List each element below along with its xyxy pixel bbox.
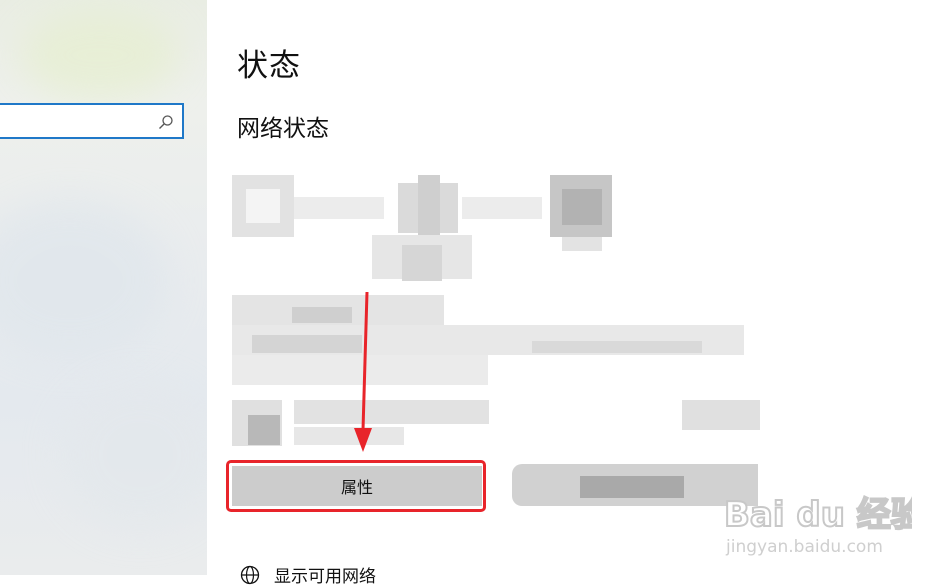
status-text-pixelated bbox=[232, 295, 762, 446]
pixel-block bbox=[294, 427, 404, 445]
background-blur bbox=[60, 380, 207, 530]
network-diagram-pixelated bbox=[232, 175, 632, 285]
pixel-block bbox=[580, 476, 684, 498]
pixel-block bbox=[402, 245, 442, 281]
pixel-block bbox=[294, 197, 384, 219]
page-title: 状态 bbox=[237, 48, 301, 84]
baidu-watermark: Bai du 经验 jingyan.baidu.com bbox=[723, 494, 912, 557]
watermark-url: jingyan.baidu.com bbox=[725, 537, 883, 557]
highlight-box bbox=[226, 460, 486, 512]
background-blur bbox=[0, 200, 170, 360]
search-input[interactable] bbox=[0, 103, 184, 139]
pixel-block bbox=[562, 237, 602, 251]
watermark-logo: Bai du 经验 bbox=[724, 495, 912, 535]
pixel-block bbox=[682, 400, 760, 430]
pixel-block bbox=[294, 400, 489, 424]
pixel-block bbox=[462, 197, 542, 219]
search-icon[interactable] bbox=[158, 114, 174, 130]
pixel-block bbox=[292, 307, 352, 323]
annotation-arrow bbox=[354, 291, 372, 452]
section-title: 网络状态 bbox=[237, 116, 329, 142]
pixel-block bbox=[562, 189, 602, 225]
pixel-block bbox=[248, 415, 280, 445]
background-blur bbox=[20, 10, 180, 100]
pixel-block bbox=[246, 189, 280, 223]
navigation-pane bbox=[0, 0, 207, 575]
pixel-block bbox=[532, 341, 702, 353]
pixel-block bbox=[252, 335, 362, 353]
